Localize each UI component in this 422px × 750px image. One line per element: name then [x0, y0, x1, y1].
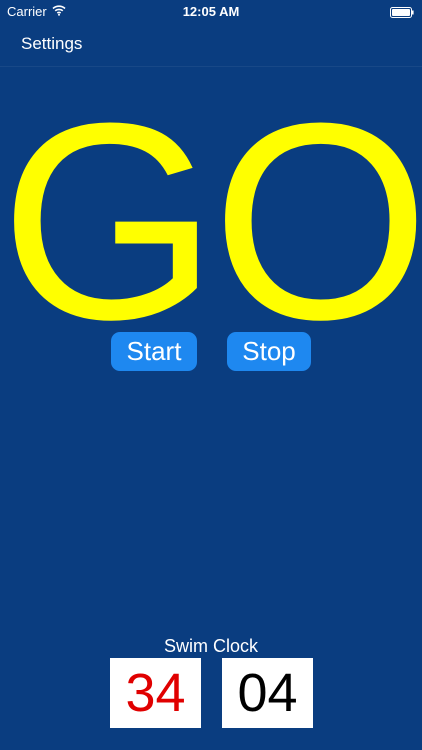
status-time: 12:05 AM: [182, 4, 240, 19]
battery-icon: [390, 6, 414, 18]
swim-clock-screen: Carrier 12:05 AM Settings GO Start Stop …: [0, 0, 422, 750]
status-bar: Carrier 12:05 AM: [0, 0, 422, 24]
navigation-bar: Settings: [0, 24, 422, 67]
settings-button[interactable]: Settings: [21, 34, 82, 54]
clock-tenths-display: 04: [222, 658, 313, 728]
clock-seconds-display: 34: [110, 658, 201, 728]
start-button[interactable]: Start: [111, 332, 197, 371]
go-signal-text: GO: [0, 66, 422, 378]
stop-button[interactable]: Stop: [227, 332, 311, 371]
swim-clock-title: Swim Clock: [163, 636, 258, 656]
